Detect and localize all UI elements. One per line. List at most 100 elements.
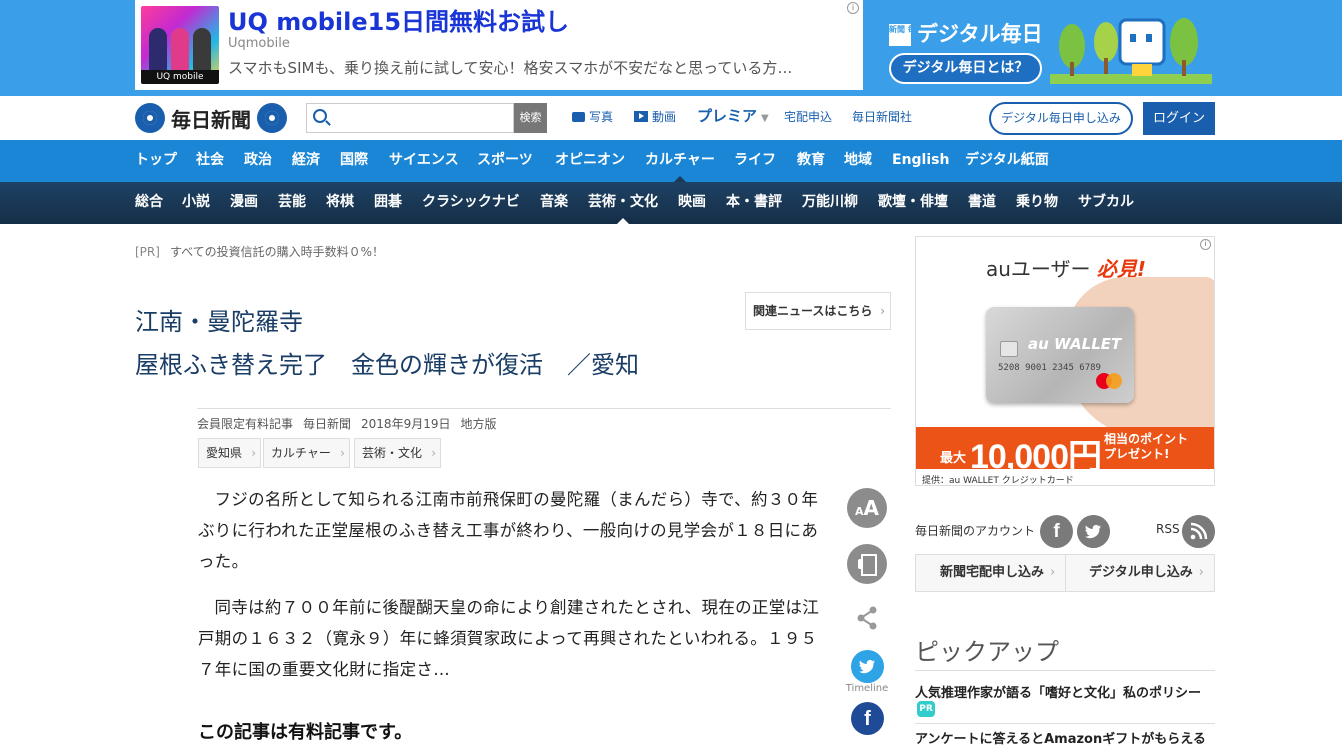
nav-photo-label: 写真 bbox=[589, 110, 614, 124]
sub-nav: 総合 小説 漫画 芸能 将棋 囲碁 クラシックナビ 音楽 芸術・文化 映画 本・書評 万能川柳 歌壇・俳… bbox=[0, 182, 1342, 225]
main-nav-item[interactable]: スポーツ bbox=[477, 140, 533, 182]
credit-card-image: au WALLET 5208 9001 2345 6789 bbox=[986, 307, 1134, 403]
digital-subscribe-button[interactable]: デジタル毎日申し込み bbox=[989, 102, 1133, 135]
sub-nav-item[interactable]: 漫画 bbox=[230, 182, 258, 224]
newspaper-subscribe-label: 新聞宅配申し込み bbox=[940, 565, 1045, 580]
sub-nav-item[interactable]: 音楽 bbox=[540, 182, 568, 224]
tag-label: 芸術・文化 bbox=[362, 446, 423, 460]
chevron-down-icon: ▼ bbox=[761, 113, 769, 124]
camera-icon bbox=[572, 112, 585, 122]
card-number: 5208 9001 2345 6789 bbox=[998, 363, 1101, 373]
rss-label: RSS bbox=[1156, 522, 1180, 536]
search-icon bbox=[313, 109, 327, 123]
sub-nav-item[interactable]: 映画 bbox=[678, 182, 706, 224]
sub-nav-item[interactable]: 芸術・文化 bbox=[588, 182, 658, 225]
twitter-share-button[interactable] bbox=[851, 650, 884, 683]
nav-premier[interactable]: プレミア ▼ bbox=[697, 105, 769, 126]
chevron-right-icon: › bbox=[251, 446, 257, 460]
tag-label: カルチャー bbox=[271, 446, 331, 460]
article-type: 会員限定有料記事 bbox=[197, 417, 294, 431]
sub-nav-item[interactable]: 乗り物 bbox=[1016, 182, 1058, 224]
font-size-button[interactable]: AA bbox=[847, 488, 887, 528]
sub-nav-item[interactable]: 小説 bbox=[182, 182, 210, 224]
tag-culture[interactable]: カルチャー › bbox=[263, 438, 350, 468]
ad-info-icon[interactable]: i bbox=[847, 2, 859, 14]
nav-delivery[interactable]: 宅配申込 bbox=[784, 108, 832, 125]
main-nav-item[interactable]: サイエンス bbox=[389, 140, 459, 182]
article-date: 2018年9月19日 bbox=[361, 417, 451, 431]
main-nav-item[interactable]: 社会 bbox=[196, 140, 224, 182]
twitter-timeline-label: Timeline bbox=[845, 683, 889, 694]
mainichi-logo[interactable]: 毎日新聞 bbox=[135, 102, 287, 134]
main-nav-item[interactable]: カルチャー bbox=[645, 140, 715, 183]
pr-line[interactable]: [PR] すべての投資信託の購入時手数料０%！ bbox=[135, 243, 384, 260]
sub-nav-item[interactable]: 本・書評 bbox=[726, 182, 782, 224]
divider bbox=[1065, 555, 1066, 591]
nav-photo[interactable]: 写真 bbox=[572, 108, 613, 125]
nav-video-label: 動画 bbox=[652, 110, 677, 124]
main-nav-item[interactable]: ライフ bbox=[734, 140, 776, 182]
sub-nav-item[interactable]: 書道 bbox=[968, 182, 996, 224]
sub-nav-item[interactable]: 万能川柳 bbox=[802, 182, 858, 224]
ad-info-icon[interactable]: i bbox=[1200, 239, 1211, 250]
digital-mainichi-illustration bbox=[1050, 18, 1212, 84]
main-nav-item[interactable]: デジタル紙面 bbox=[965, 140, 1049, 182]
main-nav-item[interactable]: 教育 bbox=[797, 140, 825, 182]
promo-prefix: 最大 bbox=[940, 451, 967, 466]
pickup-item[interactable]: アンケートに答えるとAmazonギフトがもらえる bbox=[915, 728, 1206, 747]
search-button[interactable]: 検索 bbox=[514, 103, 547, 133]
related-news-button[interactable]: 関連ニュースはこちら › bbox=[745, 292, 891, 330]
twitter-account-icon[interactable] bbox=[1077, 515, 1110, 548]
digital-subscribe-side-button[interactable]: デジタル申し込み › bbox=[1089, 555, 1204, 591]
nav-premier-label: プレミア bbox=[697, 107, 758, 125]
pr-tag: [PR] bbox=[135, 245, 160, 259]
logo-eye-icon bbox=[257, 103, 287, 133]
chevron-right-icon: › bbox=[431, 446, 437, 460]
logo-eye-icon bbox=[135, 103, 165, 133]
print-button[interactable] bbox=[847, 544, 887, 584]
main-nav-item[interactable]: トップ bbox=[135, 140, 177, 182]
sub-nav-item[interactable]: 総合 bbox=[135, 182, 163, 224]
ad-thumbnail[interactable]: UQ mobile bbox=[141, 6, 219, 84]
login-button[interactable]: ログイン bbox=[1143, 102, 1215, 135]
top-ad[interactable]: UQ mobile UQ mobile15日間無料お試し Uqmobile スマ… bbox=[135, 0, 863, 90]
share-icon[interactable] bbox=[853, 604, 881, 632]
tag-arts[interactable]: 芸術・文化 › bbox=[354, 438, 442, 468]
main-nav-item[interactable]: 地域 bbox=[844, 140, 872, 182]
ad-title[interactable]: UQ mobile15日間無料お試し bbox=[228, 2, 569, 37]
main-nav-item[interactable]: English bbox=[892, 140, 949, 182]
sub-nav-item[interactable]: 囲碁 bbox=[374, 182, 402, 224]
digital-mainichi-about-button[interactable]: デジタル毎日とは？ bbox=[889, 53, 1042, 84]
facebook-account-icon[interactable]: f bbox=[1040, 515, 1073, 548]
sub-nav-item[interactable]: サブカル bbox=[1078, 182, 1134, 224]
promo-amount: 10,000円 bbox=[970, 438, 1102, 476]
side-ad[interactable]: i auユーザー 必見! au WALLET 5208 9001 2345 67… bbox=[915, 236, 1215, 486]
facebook-share-button[interactable]: f bbox=[851, 702, 884, 735]
card-chip bbox=[1000, 341, 1018, 357]
promo-text-line1: 相当のポイント bbox=[1104, 432, 1189, 446]
main-nav-item[interactable]: 政治 bbox=[244, 140, 272, 182]
paywall-notice: この記事は有料記事です。 bbox=[198, 722, 413, 743]
main-nav: トップ 社会 政治 経済 国際 サイエンス スポーツ オピニオン カルチャー ライフ 教育 地域 Eng… bbox=[0, 140, 1342, 183]
sub-nav-item[interactable]: クラシックナビ bbox=[422, 182, 520, 224]
nav-company[interactable]: 毎日新聞社 bbox=[852, 108, 912, 125]
pickup-item[interactable]: 人気推理作家が語る「嗜好と文化」私のポリシー bbox=[915, 682, 1201, 701]
rss-icon[interactable] bbox=[1182, 515, 1215, 548]
tag-aichi[interactable]: 愛知県 › bbox=[198, 438, 262, 468]
nav-video[interactable]: 動画 bbox=[634, 108, 676, 125]
ad-description[interactable]: スマホもSIMも、乗り換え前に試して安心！格安スマホが不安だなと思っている方… bbox=[228, 57, 792, 78]
article-source: 毎日新聞 bbox=[303, 417, 352, 431]
divider bbox=[915, 723, 1215, 724]
sub-nav-item[interactable]: 芸能 bbox=[278, 182, 306, 224]
main-nav-item[interactable]: 国際 bbox=[340, 140, 368, 182]
main-nav-item[interactable]: オピニオン bbox=[555, 140, 625, 182]
mastercard-icon bbox=[1106, 373, 1122, 389]
main-nav-item[interactable]: 経済 bbox=[292, 140, 320, 182]
digital-mainichi-logo[interactable]: 新聞 毎日デジタル毎日 bbox=[889, 18, 1043, 48]
font-size-large-glyph: A bbox=[863, 496, 879, 520]
sub-nav-item[interactable]: 将棋 bbox=[326, 182, 354, 224]
sub-nav-item[interactable]: 歌壇・俳壇 bbox=[878, 182, 948, 224]
promo-banner: 最大 10,000円 相当のポイント プレゼント! bbox=[916, 427, 1214, 476]
newspaper-subscribe-button[interactable]: 新聞宅配申し込み › bbox=[940, 555, 1055, 591]
search-input[interactable] bbox=[306, 103, 514, 133]
